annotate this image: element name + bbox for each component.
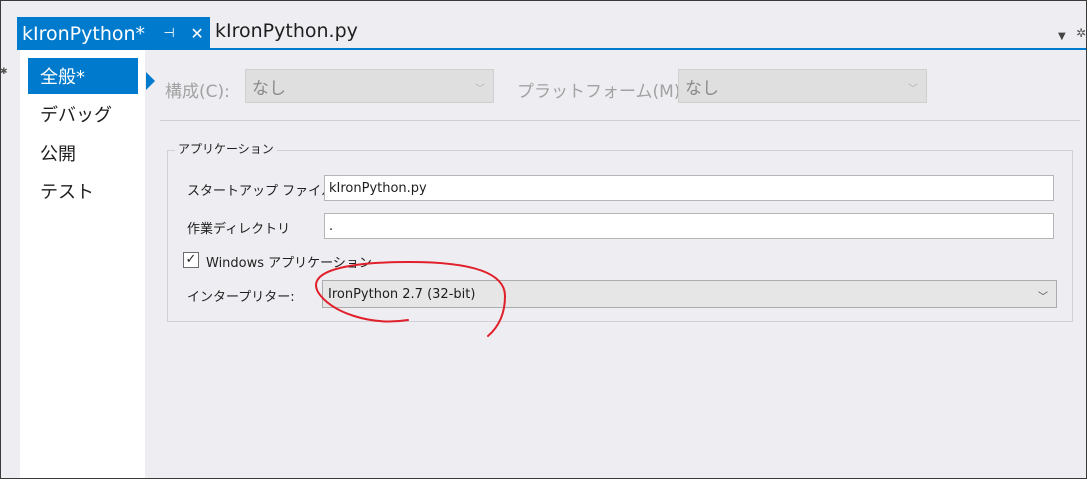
nav-item-test[interactable]: テスト [28,173,138,209]
tab-kironpython-py[interactable]: kIronPython.py [215,20,358,42]
nav-item-label: テスト [40,182,94,203]
group-title: アプリケーション [175,140,277,157]
nav-item-publish[interactable]: 公開 [28,135,138,171]
document-tab-strip: ✱ kIronPython* ⊣ ✕ kIronPython.py ▼ ✲ [0,0,1087,77]
tab-underline [17,48,1087,50]
separator [160,120,1080,121]
startup-file-value: kIronPython.py [329,180,427,196]
configuration-value: なし [252,78,286,99]
gear-icon[interactable]: ✲ [1076,26,1086,40]
chevron-down-icon[interactable]: ▼ [1058,31,1066,42]
working-directory-label: 作業ディレクトリ [187,222,291,237]
selection-arrow [146,72,155,90]
working-directory-input[interactable]: . [324,213,1054,239]
platform-label: プラットフォーム(M): [517,82,687,102]
platform-value: なし [685,78,719,99]
close-icon[interactable]: ✕ [189,24,205,43]
startup-file-label: スタートアップ ファイル [187,184,335,199]
tab-title: kIronPython* [22,22,146,45]
interpreter-value: IronPython 2.7 (32-bit) [328,286,476,302]
nav-item-label: デバッグ [40,105,112,126]
startup-file-input[interactable]: kIronPython.py [324,175,1054,201]
pin-icon[interactable]: ⊣ [161,26,177,41]
platform-select[interactable]: なし ﹀ [678,69,927,103]
property-page-nav: 全般* デバッグ 公開 テスト [20,50,155,479]
windows-application-label: Windows アプリケーション [206,256,372,271]
working-directory-value: . [329,218,334,234]
configuration-label: 構成(C): [165,82,230,102]
interpreter-select[interactable]: IronPython 2.7 (32-bit) ﹀ [322,280,1057,308]
configuration-select[interactable]: なし ﹀ [245,69,494,103]
nav-item-label: 公開 [40,144,76,165]
windows-application-checkbox[interactable]: ✓ [183,252,199,268]
small-gear-icon: ✱ [0,67,8,77]
nav-item-general[interactable]: 全般* [28,58,155,94]
tab-kironpython-properties[interactable]: kIronPython* ⊣ ✕ [17,17,210,50]
chevron-down-icon: ﹀ [908,84,918,95]
interpreter-label: インタープリター: [187,290,295,305]
nav-item-debug[interactable]: デバッグ [28,96,138,132]
chevron-down-icon: ﹀ [1038,292,1048,303]
nav-item-label: 全般* [40,67,85,88]
chevron-down-icon: ﹀ [475,84,485,95]
